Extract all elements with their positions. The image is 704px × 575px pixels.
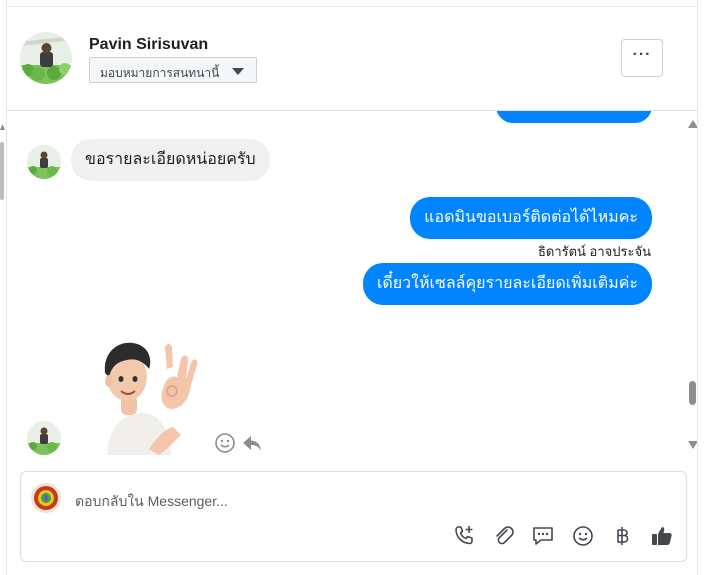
sender-avatar[interactable] bbox=[27, 145, 61, 179]
thumbs-up-icon bbox=[652, 527, 672, 545]
smile-react-icon[interactable] bbox=[214, 432, 236, 454]
reply-icon[interactable] bbox=[241, 432, 263, 454]
page-avatar bbox=[31, 483, 61, 513]
window-right-border bbox=[697, 0, 698, 575]
contact-name: Pavin Sirisuvan bbox=[89, 36, 209, 53]
outer-scroll-up-arrow[interactable] bbox=[0, 124, 5, 130]
more-options-icon: ··· bbox=[632, 46, 652, 63]
thread-scroll-down-arrow[interactable] bbox=[688, 441, 697, 449]
baht-payment-icon bbox=[617, 527, 629, 545]
message-sender-name: ธิดารัตน์ อาจประจัน bbox=[537, 244, 651, 259]
like-button[interactable] bbox=[650, 524, 674, 548]
outgoing-message[interactable]: แอดมินขอเบอร์ติดต่อได้ไหมคะ bbox=[410, 197, 652, 239]
add-call-button[interactable] bbox=[452, 524, 476, 548]
caret-down-icon bbox=[232, 68, 244, 75]
ok-hand-sticker[interactable] bbox=[93, 339, 203, 455]
attach-file-button[interactable] bbox=[492, 524, 516, 548]
reply-input[interactable] bbox=[75, 490, 655, 512]
conversation-header: Pavin Sirisuvan มอบหมายการสนทนานี้ ··· bbox=[7, 7, 697, 111]
paperclip-icon bbox=[496, 526, 514, 545]
emoji-icon bbox=[573, 526, 593, 546]
add-call-icon bbox=[455, 526, 473, 545]
reply-composer bbox=[20, 471, 687, 562]
emoji-button[interactable] bbox=[571, 524, 595, 548]
thread-scroll-up-arrow[interactable] bbox=[688, 120, 697, 128]
assign-label: มอบหมายการสนทนานี้ bbox=[100, 66, 220, 80]
message-thread: ขอรายละเอียดหน่อยครับ แอดมินขอเบอร์ติดต่… bbox=[7, 111, 697, 463]
previous-outgoing-bubble[interactable] bbox=[496, 111, 652, 123]
assign-conversation-dropdown[interactable]: มอบหมายการสนทนานี้ bbox=[89, 57, 257, 83]
more-options-button[interactable]: ··· bbox=[621, 39, 663, 77]
outgoing-message[interactable]: เดี๋ยวให้เซลล์คุยรายละเอียดเพิ่มเติมค่ะ bbox=[362, 263, 652, 305]
profile-avatar[interactable] bbox=[20, 32, 72, 84]
payment-button[interactable] bbox=[610, 524, 634, 548]
saved-replies-button[interactable] bbox=[531, 524, 555, 548]
saved-replies-icon bbox=[533, 527, 553, 545]
thread-scrollbar-thumb[interactable] bbox=[689, 381, 696, 405]
outer-scrollbar-thumb[interactable] bbox=[0, 142, 4, 200]
sender-avatar[interactable] bbox=[27, 421, 61, 455]
incoming-message[interactable]: ขอรายละเอียดหน่อยครับ bbox=[71, 139, 270, 181]
